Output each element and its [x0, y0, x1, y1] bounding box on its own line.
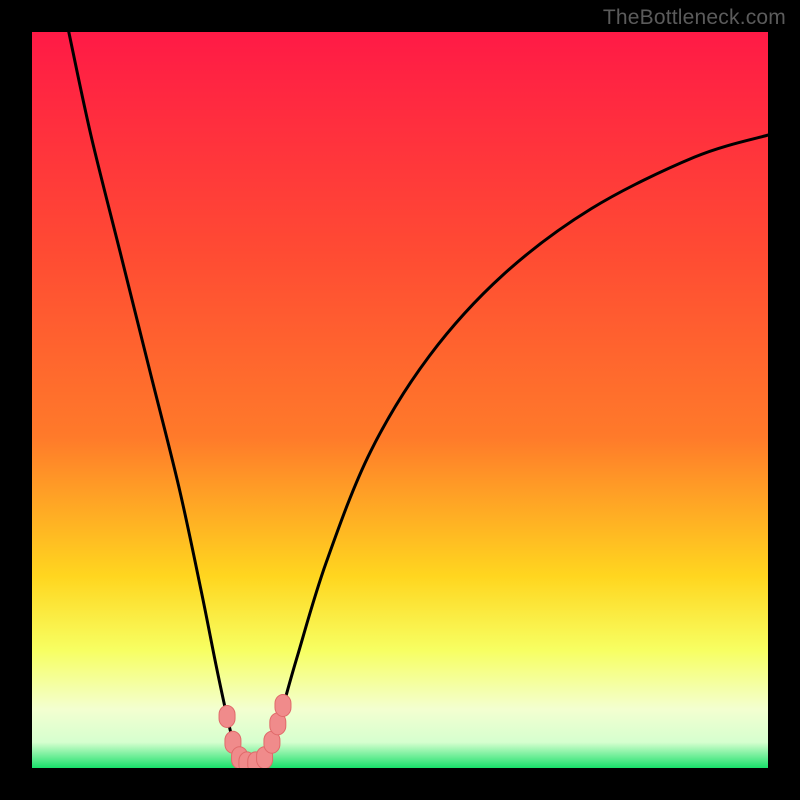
bottleneck-chart	[32, 32, 768, 768]
curve-marker	[219, 705, 235, 727]
plot-area	[32, 32, 768, 768]
chart-frame: TheBottleneck.com	[0, 0, 800, 800]
curve-marker	[275, 694, 291, 716]
watermark-text: TheBottleneck.com	[603, 6, 786, 30]
